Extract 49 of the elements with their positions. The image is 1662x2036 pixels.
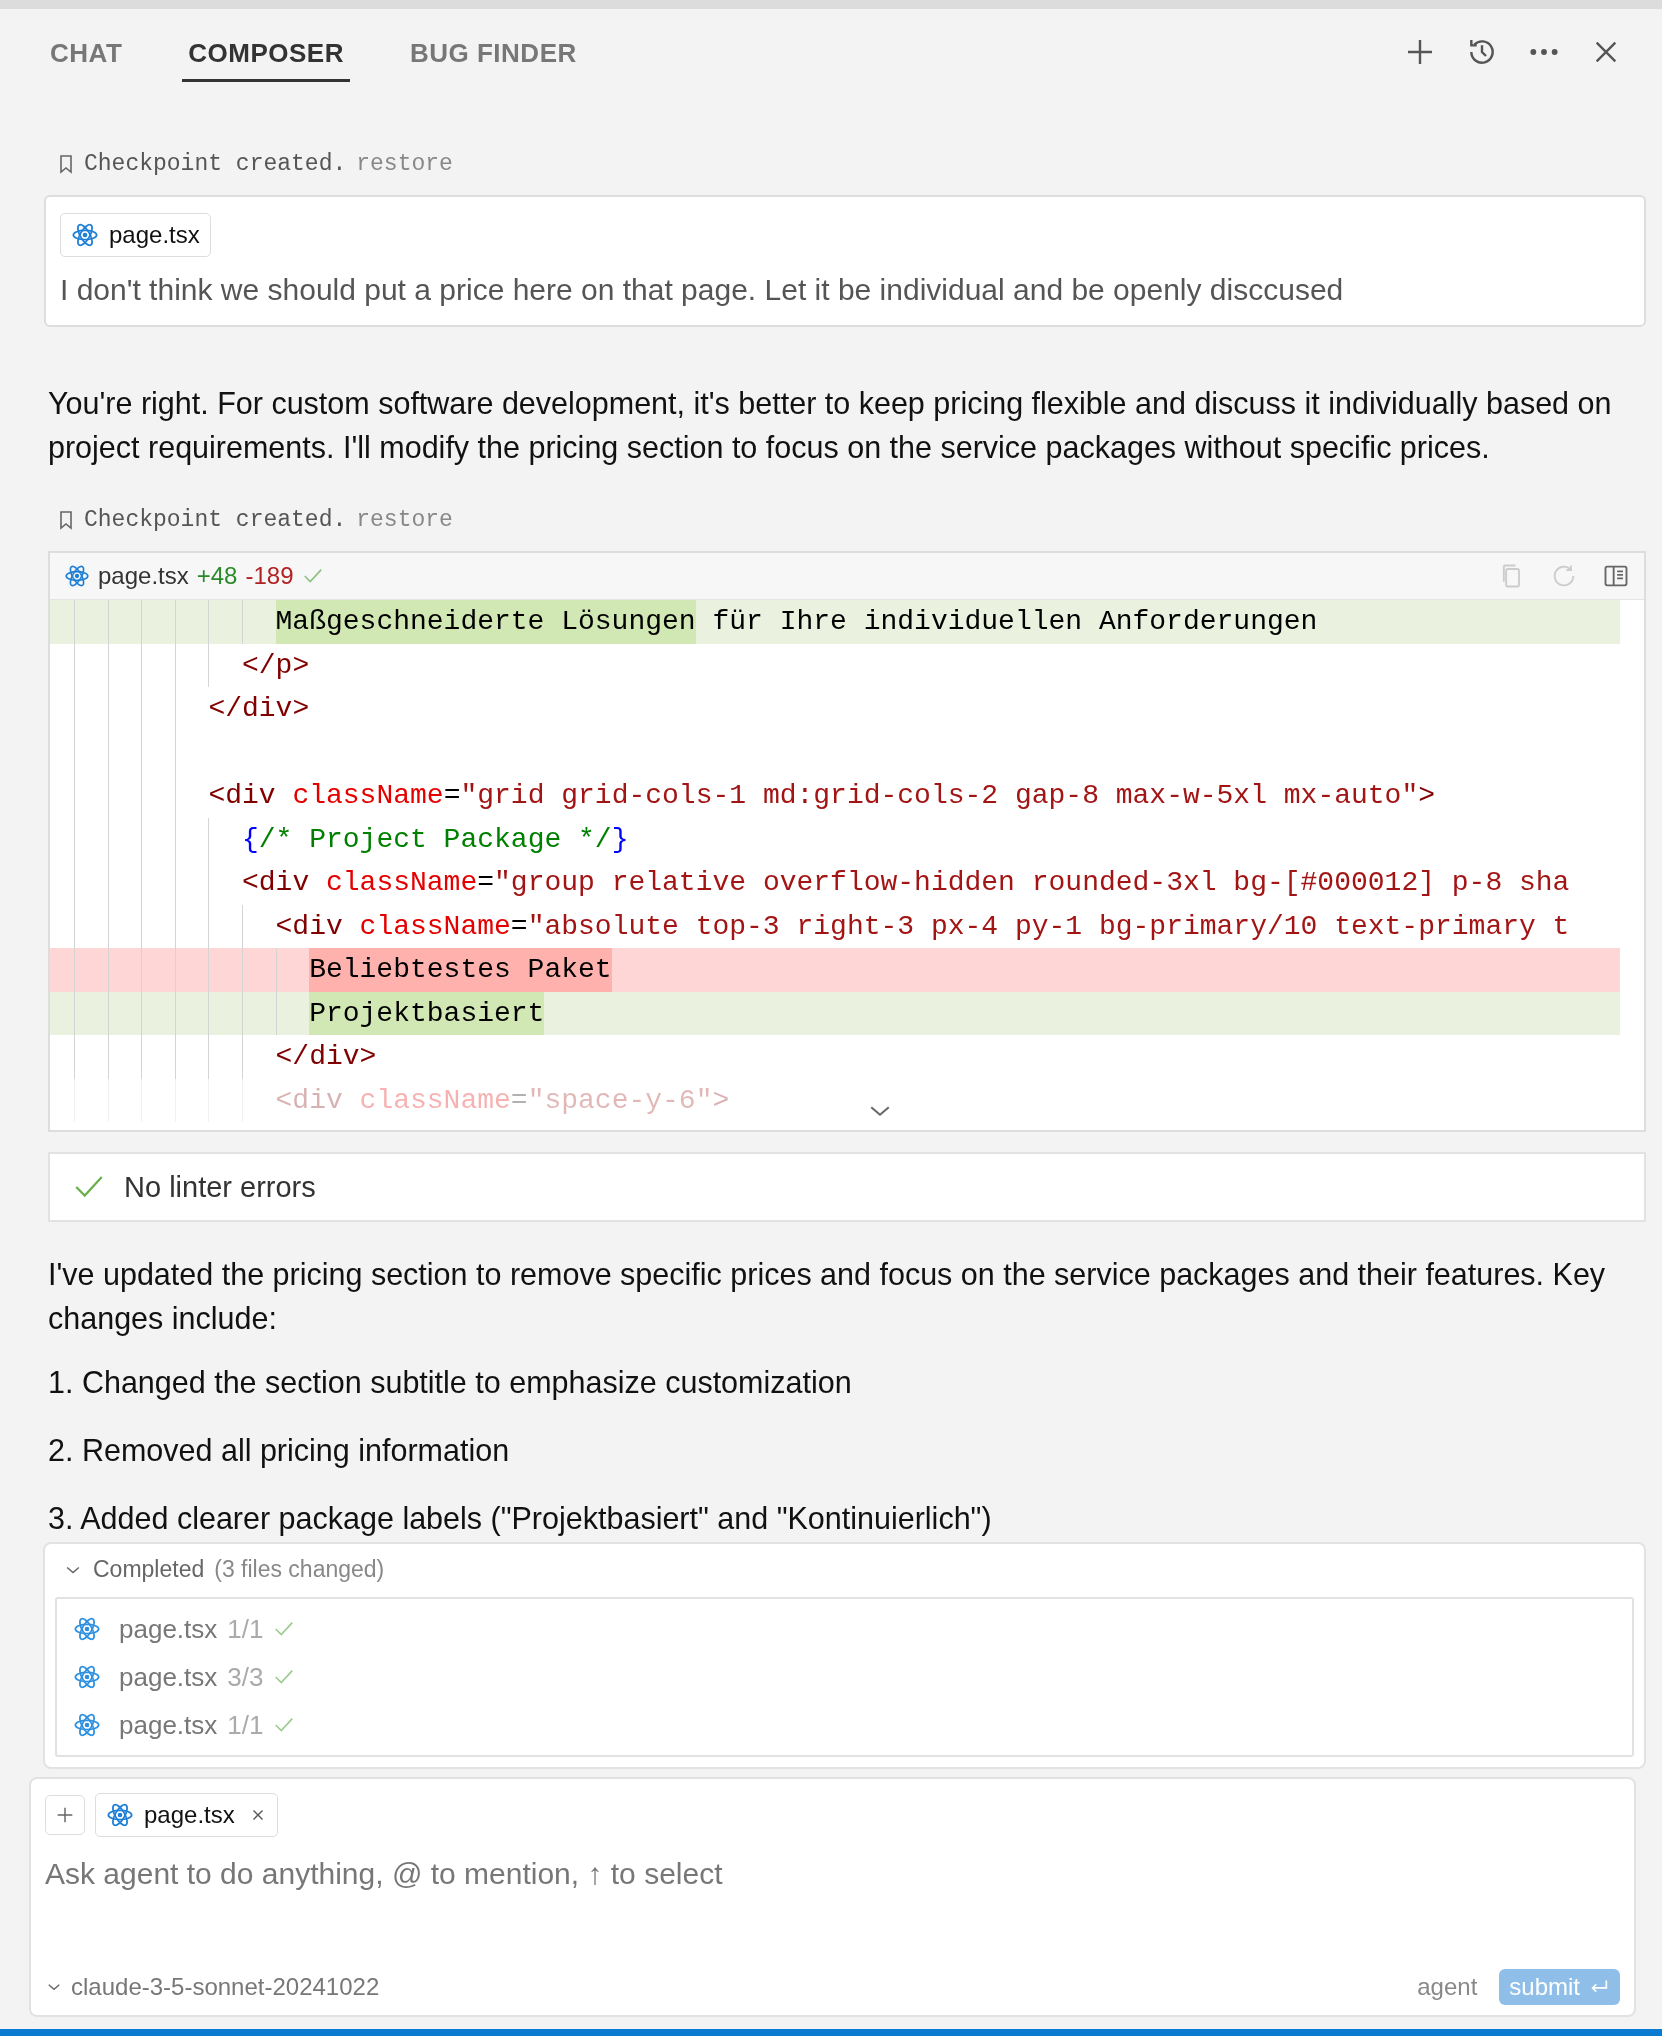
- file-name: page.tsx: [144, 1801, 235, 1829]
- mode-selector[interactable]: agent: [1417, 1973, 1478, 2001]
- restore-link[interactable]: restore: [356, 507, 453, 533]
- bookmark-icon: [58, 510, 74, 530]
- list-item: 1. Changed the section subtitle to emphasize customization: [48, 1364, 853, 1402]
- react-icon: [64, 563, 90, 589]
- code-line: <div className="grid grid-cols-1 md:grid-cols-2 gap-8 max-w-5xl mx-auto">: [50, 774, 1620, 818]
- checkpoint-label: Checkpoint created.: [84, 507, 347, 533]
- assistant-message: I've updated the pricing section to remove specific prices and focus on the service packages and their features. Key changes include:: [48, 1256, 1607, 1338]
- files-changed-count: (3 files changed): [214, 1556, 385, 1583]
- bookmark-icon: [58, 154, 74, 174]
- file-name: page.tsx: [109, 221, 200, 249]
- code-line: <div className="group relative overflow-hidden rounded-3xl bg-[#000012] p-8 sha: [50, 861, 1620, 905]
- react-icon: [73, 1663, 101, 1691]
- code-line: {/* Project Package */}: [50, 817, 1620, 861]
- file-chip[interactable]: page.tsx: [95, 1793, 278, 1837]
- react-icon: [71, 221, 99, 249]
- react-icon: [73, 1615, 101, 1643]
- react-icon: [106, 1801, 134, 1829]
- added-count: +48: [196, 562, 238, 590]
- code-line: </p>: [50, 643, 1620, 687]
- code-line: <div className="space-y-6">: [50, 1078, 1620, 1122]
- file-name[interactable]: page.tsx: [119, 1661, 218, 1693]
- checkpoint-label: Checkpoint created.: [84, 151, 347, 177]
- change-count: 1/1: [227, 1709, 264, 1741]
- file-chip[interactable]: page.tsx: [60, 213, 211, 257]
- add-context-button[interactable]: [45, 1795, 85, 1835]
- model-selector[interactable]: claude-3-5-sonnet-20241022: [71, 1973, 380, 2001]
- completed-label[interactable]: Completed: [93, 1556, 205, 1583]
- prompt-input[interactable]: Ask agent to do anything, @ to mention, ↑ to select: [45, 1853, 1620, 1969]
- file-name[interactable]: page.tsx: [119, 1613, 218, 1645]
- linter-text: No linter errors: [124, 1170, 316, 1204]
- list-item: 2. Removed all pricing information: [48, 1432, 511, 1470]
- tab[interactable]: CHAT: [44, 22, 129, 82]
- code-line: </div>: [50, 1035, 1620, 1079]
- file-name[interactable]: page.tsx: [119, 1709, 218, 1741]
- prompt-box[interactable]: page.tsx Ask agent to do anything, @ to mention, ↑ to select claude-3-5-sonnet-20241022 agent submit: [29, 1777, 1636, 2017]
- tab[interactable]: BUG FINDER: [403, 22, 583, 82]
- restore-link[interactable]: restore: [356, 151, 453, 177]
- change-count: 1/1: [227, 1613, 264, 1645]
- removed-count: -189: [245, 562, 294, 590]
- tab[interactable]: COMPOSER: [182, 22, 350, 82]
- code-line: </div>: [50, 687, 1620, 731]
- file-name: page.tsx: [98, 562, 189, 590]
- change-count: 3/3: [227, 1661, 264, 1693]
- list-item: 3. Added clearer package labels ("Projektbasiert" and "Kontinuierlich"): [48, 1500, 993, 1538]
- react-icon: [73, 1711, 101, 1739]
- user-message: I don't think we should put a price here on that page. Let it be individual and be openly disccused: [60, 273, 1345, 307]
- assistant-message: You're right. For custom software development, it's better to keep pricing flexible and discuss it individually based on project requirements. I'll modify the pricing section to focus on the service packages without specific prices.: [48, 385, 1613, 467]
